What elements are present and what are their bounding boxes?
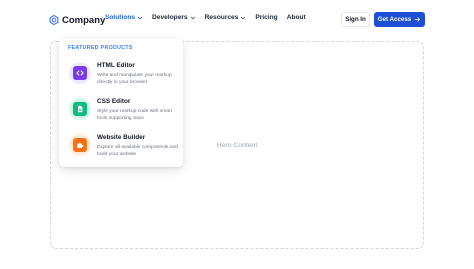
product-icon-ring: [69, 134, 91, 156]
product-website-builder[interactable]: Website Builder Explore all available co…: [69, 134, 179, 160]
menu-about[interactable]: About: [287, 14, 306, 21]
menu-resources[interactable]: Resources: [205, 14, 247, 21]
product-icon-tile: [73, 138, 87, 152]
product-title: Website Builder: [97, 134, 146, 141]
product-description: Explore all available components and bui…: [97, 145, 179, 157]
chevron-down-icon: [240, 15, 246, 21]
menu-solutions[interactable]: Solutions: [105, 14, 143, 21]
product-icon-tile: [73, 66, 87, 80]
arrow-right-icon: [414, 17, 421, 22]
product-title: CSS Editor: [97, 98, 131, 105]
product-description: Style your markup code with smart tools …: [97, 109, 173, 121]
product-css-editor[interactable]: CSS Editor Style your markup code with s…: [69, 98, 179, 124]
product-icon-ring: [69, 98, 91, 120]
brand-name: Company: [62, 14, 106, 26]
menu-developers[interactable]: Developers: [152, 14, 196, 21]
product-icon-tile: [73, 102, 87, 116]
chevron-down-icon: [137, 15, 143, 21]
file-icon: [78, 105, 83, 113]
brand-logo[interactable]: Company: [49, 12, 105, 28]
main-menu: Solutions Developers Resources Pricing A…: [105, 14, 315, 21]
solutions-dropdown: FEATURED PRODUCTS HTML Editor Write and …: [59, 39, 183, 167]
menu-resources-label: Resources: [204, 14, 239, 21]
product-description: Write and manipulate your markup directl…: [97, 73, 172, 85]
menu-solutions-label: Solutions: [105, 14, 136, 21]
top-navbar: Company Solutions Developers Resources P…: [0, 0, 474, 40]
dropdown-heading: FEATURED PRODUCTS: [68, 45, 133, 51]
code-icon: [76, 70, 84, 76]
sign-in-button[interactable]: Sign In: [341, 12, 370, 27]
puzzle-icon: [77, 142, 84, 149]
get-access-label: Get Access: [377, 16, 412, 23]
menu-about-label: About: [286, 14, 306, 21]
hero-placeholder-text: Hero Content: [216, 141, 258, 149]
product-icon-ring: [69, 62, 91, 84]
menu-pricing[interactable]: Pricing: [255, 14, 277, 21]
product-title: HTML Editor: [97, 62, 135, 69]
chevron-down-icon: [190, 15, 196, 21]
get-access-button[interactable]: Get Access: [374, 12, 425, 27]
menu-developers-label: Developers: [152, 14, 188, 21]
logo-icon: [49, 15, 59, 25]
menu-pricing-label: Pricing: [255, 14, 278, 21]
product-html-editor[interactable]: HTML Editor Write and manipulate your ma…: [69, 62, 179, 88]
